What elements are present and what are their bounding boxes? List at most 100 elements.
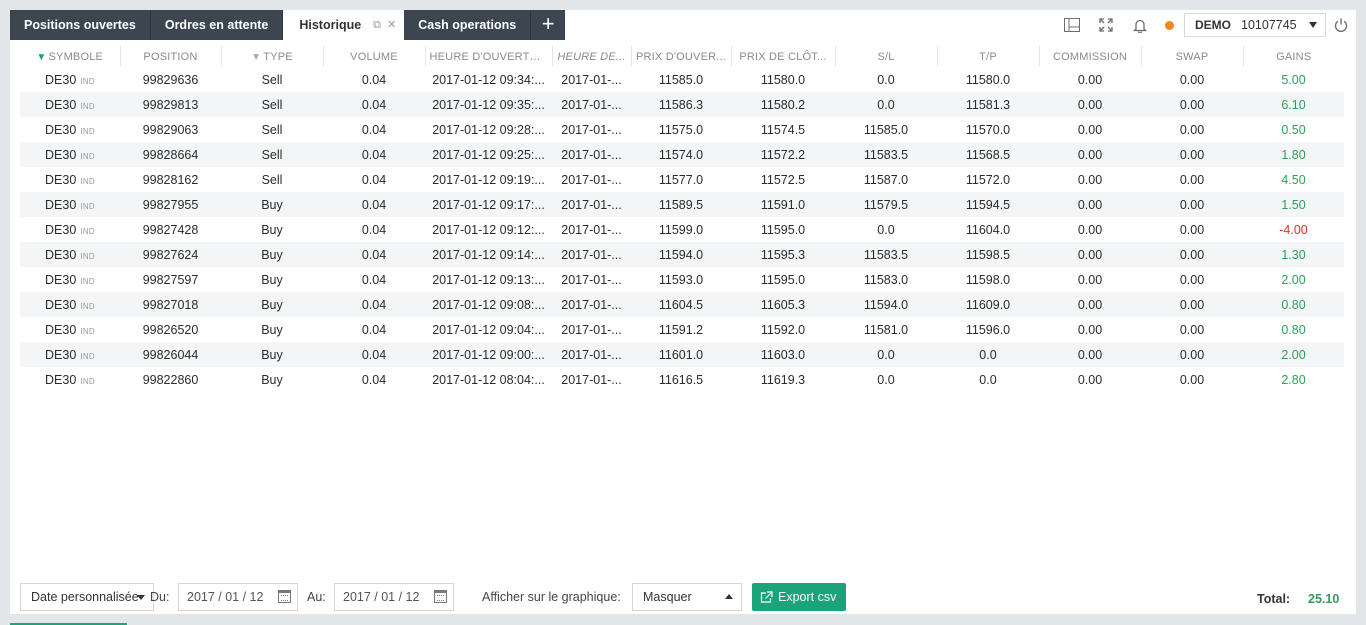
layout-icon[interactable] — [1055, 10, 1089, 40]
cell-commission: 0.00 — [1077, 172, 1103, 187]
cell-type: Buy — [261, 372, 283, 387]
cell-tp: 0.0 — [937, 342, 1039, 367]
filter-icon[interactable]: ▼ — [251, 52, 261, 63]
filter-icon[interactable]: ▼ — [36, 52, 46, 63]
col-header-prix-cloture[interactable]: PRIX DE CLÔT... — [731, 46, 836, 67]
cell-open-price: 11594.0 — [631, 242, 731, 267]
symbol-text: DE30 — [45, 272, 77, 287]
col-header-gains[interactable]: GAINS — [1243, 46, 1344, 67]
cell-sl: 0.0 — [877, 372, 895, 387]
cell-open-time: 2017-01-12 09:04:... — [432, 322, 545, 337]
cell-position: 99829813 — [120, 92, 221, 117]
symbol-tag: IND — [80, 351, 95, 361]
cell-sl: 11594.0 — [835, 292, 937, 317]
account-selector[interactable]: DEMO 10107745 — [1184, 13, 1326, 37]
col-header-heure-ouverture[interactable]: HEURE D'OUVERTURE — [425, 46, 553, 67]
calendar-icon[interactable] — [434, 590, 447, 603]
power-icon[interactable] — [1326, 10, 1356, 40]
popout-icon[interactable]: ⧉ — [373, 10, 381, 40]
col-header-sl[interactable]: S/L — [835, 46, 938, 67]
col-header-prix-ouverture[interactable]: PRIX D'OUVER... — [631, 46, 732, 67]
cell-type: Sell — [261, 72, 283, 87]
cell-symbol: DE30 IND — [20, 367, 120, 392]
table-row[interactable]: DE30 IND 99822860 Buy 0.04 2017-01-12 08:04:.… — [20, 367, 1344, 392]
add-tab-button[interactable]: + — [531, 10, 566, 40]
export-csv-button[interactable]: Export csv — [752, 583, 847, 611]
table-row[interactable]: DE30 IND 99829063 Sell 0.04 2017-01-12 09:28:… — [20, 117, 1344, 142]
table-row[interactable]: DE30 IND 99827018 Buy 0.04 2017-01-12 09:08:.… — [20, 292, 1344, 317]
col-header-type[interactable]: ▼ TYPE — [221, 46, 324, 67]
cell-close-time: 2017-01-... — [552, 242, 631, 267]
chart-display-select[interactable]: Masquer — [632, 583, 742, 611]
table-row[interactable]: DE30 IND 99827428 Buy 0.04 2017-01-12 09:12:.… — [20, 217, 1344, 242]
cell-type: Buy — [221, 192, 323, 217]
col-header-symbole[interactable]: ▼ SYMBOLE — [20, 46, 121, 67]
cell-close-price: 11580.0 — [760, 72, 806, 87]
period-select[interactable]: Date personnalisée — [20, 583, 154, 611]
table-row[interactable]: DE30 IND 99827624 Buy 0.04 2017-01-12 09:14:.… — [20, 242, 1344, 267]
cell-commission: 0.00 — [1039, 242, 1141, 267]
from-date-input[interactable]: 2017 / 01 / 12 — [178, 583, 298, 611]
symbol-tag: IND — [80, 326, 95, 336]
cell-open-time: 2017-01-12 09:17:... — [425, 192, 552, 217]
col-header-volume[interactable]: VOLUME — [323, 46, 426, 67]
symbol-text: DE30 — [45, 72, 77, 87]
cell-open-price: 11585.0 — [658, 72, 704, 87]
table-row[interactable]: DE30 IND 99826520 Buy 0.04 2017-01-12 09:04:.… — [20, 317, 1344, 342]
symbol-tag: IND — [80, 176, 95, 186]
footer-bar: Date personnalisée Du: 2017 / 01 / 12 Au… — [20, 583, 1346, 613]
fullscreen-icon[interactable] — [1089, 10, 1123, 40]
cell-tp: 11596.0 — [965, 322, 1011, 337]
col-header-position[interactable]: POSITION — [120, 46, 222, 67]
tab-ordres-en-attente[interactable]: Ordres en attente — [150, 10, 284, 40]
cell-symbol: DE30 IND — [20, 342, 120, 367]
table-row[interactable]: DE30 IND 99827597 Buy 0.04 2017-01-12 09:13:.… — [20, 267, 1344, 292]
period-select-value: Date personnalisée — [31, 590, 139, 604]
col-header-commission[interactable]: COMMISSION — [1039, 46, 1142, 67]
tab-historique-label: Historique — [299, 18, 362, 32]
cell-open-time: 2017-01-12 09:13:... — [432, 272, 545, 287]
cell-open-time: 2017-01-12 09:34:... — [432, 72, 545, 87]
cell-open-price: 11593.0 — [658, 272, 704, 287]
chevron-down-icon — [137, 595, 145, 600]
tab-historique[interactable]: Historique ⧉ ✕ — [283, 10, 405, 40]
cell-commission: 0.00 — [1039, 192, 1141, 217]
cell-swap: 0.00 — [1179, 272, 1205, 287]
calendar-icon[interactable] — [278, 590, 291, 603]
table-body: DE30 IND 99829636 Sell 0.04 2017-01-12 09:34:… — [20, 67, 1344, 392]
tab-cash-operations[interactable]: Cash operations — [404, 10, 532, 40]
table-row[interactable]: DE30 IND 99828162 Sell 0.04 2017-01-12 09:19:… — [20, 167, 1344, 192]
cell-tp: 11568.5 — [937, 142, 1039, 167]
cell-open-price: 11604.5 — [631, 292, 731, 317]
cell-sl: 0.0 — [835, 92, 937, 117]
table-row[interactable]: DE30 IND 99829636 Sell 0.04 2017-01-12 09:34:… — [20, 67, 1344, 92]
cell-tp: 11581.3 — [937, 92, 1039, 117]
bell-icon[interactable] — [1123, 10, 1157, 40]
cell-tp: 11598.0 — [965, 272, 1011, 287]
cell-symbol: DE30 IND — [20, 117, 120, 142]
symbol-tag: IND — [80, 226, 95, 236]
cell-open-price: 11616.5 — [658, 372, 704, 387]
cell-volume: 0.04 — [323, 142, 425, 167]
history-table: ▼ SYMBOLE POSITION ▼ TYPE VOLUME HEURE D'O… — [20, 46, 1344, 392]
col-header-heure-fermeture[interactable]: HEURE DE... — [552, 46, 632, 67]
cell-swap: 0.00 — [1141, 292, 1243, 317]
cell-type: Sell — [221, 142, 323, 167]
table-row[interactable]: DE30 IND 99827955 Buy 0.04 2017-01-12 09:17:.… — [20, 192, 1344, 217]
cell-gain: 6.10 — [1243, 92, 1344, 117]
close-icon[interactable]: ✕ — [387, 10, 396, 40]
to-date-input[interactable]: 2017 / 01 / 12 — [334, 583, 454, 611]
cell-close-time: 2017-01-... — [561, 322, 622, 337]
col-header-tp[interactable]: T/P — [937, 46, 1040, 67]
cell-volume: 0.04 — [323, 292, 425, 317]
cell-close-price: 11605.3 — [731, 292, 835, 317]
table-row[interactable]: DE30 IND 99829813 Sell 0.04 2017-01-12 09:35:… — [20, 92, 1344, 117]
col-header-swap[interactable]: SWAP — [1141, 46, 1244, 67]
cell-swap: 0.00 — [1179, 372, 1205, 387]
table-row[interactable]: DE30 IND 99828664 Sell 0.04 2017-01-12 09:25:… — [20, 142, 1344, 167]
cell-tp: 0.0 — [979, 372, 997, 387]
top-bar: Positions ouvertes Ordres en attente His… — [10, 10, 1356, 40]
tab-positions-ouvertes[interactable]: Positions ouvertes — [10, 10, 151, 40]
cell-volume: 0.04 — [361, 72, 387, 87]
table-row[interactable]: DE30 IND 99826044 Buy 0.04 2017-01-12 09:00:.… — [20, 342, 1344, 367]
